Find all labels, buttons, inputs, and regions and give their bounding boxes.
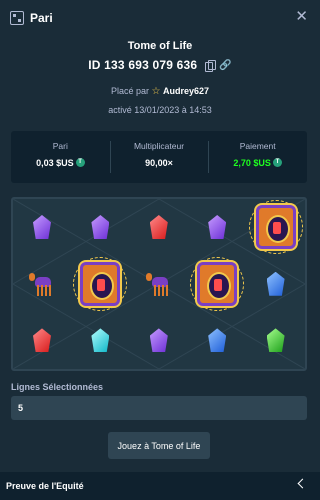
activated-date: activé 13/01/2023 à 14:53 [108,105,212,115]
tome-icon [255,205,296,249]
camel-icon [145,271,172,297]
game-id: ID 133 693 079 636 [88,58,198,72]
slot-cell [71,256,129,312]
stat-payout-label: Paiement [239,141,276,151]
placed-by: Placé par ☆ Audrey627 [0,86,320,97]
slot-cell [247,312,305,368]
lines-input[interactable]: 5 [11,396,307,420]
tether-coin-icon [75,158,85,167]
star-icon: ☆ [151,86,161,97]
chevron-up-icon[interactable] [297,478,308,489]
modal-header: Pari ✕ [0,0,320,36]
purple-gem-icon [208,215,227,239]
stat-bet: Pari 0,03 $US [11,131,110,183]
link-icon[interactable]: 🔗 [219,60,231,71]
slot-cell [13,312,71,368]
stat-payout-value: 2,70 $US [208,158,307,168]
slot-cell [130,256,188,312]
cyan-gem-icon [91,328,110,353]
game-id-row: ID 133 693 079 636 🔗 [0,58,320,72]
game-name: Tome of Life [127,40,193,52]
slot-cell [71,199,129,255]
camel-icon [29,271,55,297]
slot-cell [13,256,71,312]
blue-gem-icon [266,271,285,296]
slot-cell [247,199,305,255]
stat-bet-label: Pari [52,141,68,151]
lines-label: Lignes Sélectionnées [11,382,104,392]
red-gem-icon [149,215,168,239]
close-icon[interactable]: ✕ [295,9,308,25]
red-gem-icon [33,328,51,353]
blue-gem-icon [208,328,227,353]
purple-gem-icon [91,215,110,239]
modal-title: Pari [30,11,53,25]
slot-cell [71,312,129,368]
stat-multiplier: Multiplicateur 90,00× [109,131,209,183]
bet-icon [10,11,24,25]
slot-cell [130,312,188,368]
slot-cell [188,199,246,255]
slot-cell [247,256,305,312]
play-game-button[interactable]: Jouez à Tome of Life [108,432,210,459]
fairness-footer[interactable]: Preuve de l'Equité [0,472,320,500]
placed-by-prefix: Placé par [110,86,149,96]
bet-stats: Pari 0,03 $US Multiplicateur 90,00× Paie… [11,131,307,183]
user-name[interactable]: Audrey627 [163,86,209,96]
stat-multiplier-label: Multiplicateur [133,141,185,151]
slot-cell [188,312,246,368]
slot-board [11,197,307,371]
slot-cell [188,256,246,312]
purple-gem-icon [149,328,168,353]
fairness-label: Preuve de l'Equité [6,481,84,491]
copy-icon[interactable] [205,59,217,72]
stat-multiplier-value: 90,00× [145,158,173,168]
purple-gem-icon [33,215,51,239]
tome-icon [197,261,238,306]
green-gem-icon [266,328,285,353]
slot-cell [13,199,71,255]
stat-bet-value: 0,03 $US [11,158,110,168]
slot-cell [130,199,188,255]
stat-payout: Paiement 2,70 $US [208,131,307,183]
tome-icon [80,261,121,306]
tether-coin-icon [272,158,282,167]
